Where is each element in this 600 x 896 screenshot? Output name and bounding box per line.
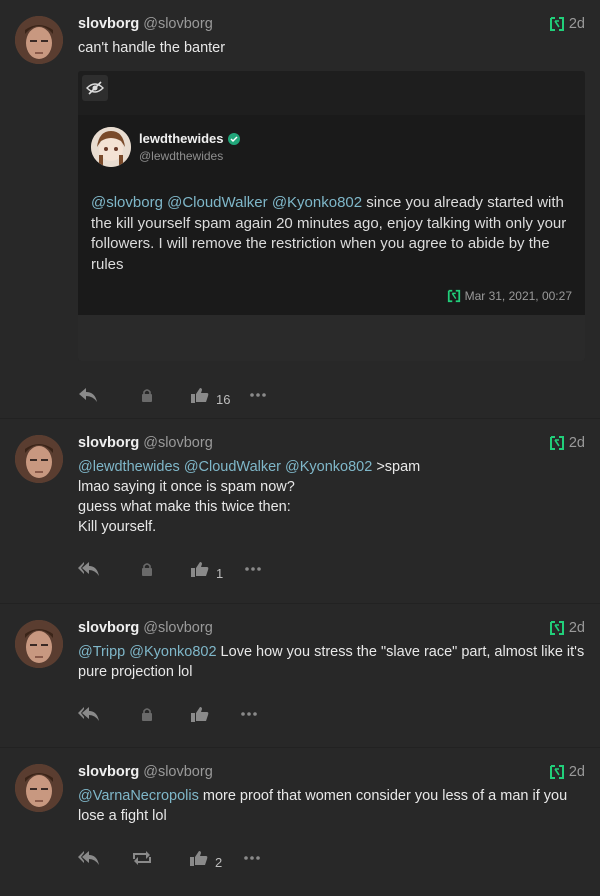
quoted-text: @slovborg @CloudWalker @Kyonko802 since … [91, 193, 572, 275]
text-line: >spam [372, 459, 421, 475]
repost-button[interactable] [132, 851, 152, 865]
like-button[interactable]: 1 [191, 561, 223, 581]
username[interactable]: slovborg [78, 620, 139, 636]
handle[interactable]: @slovborg [143, 435, 213, 451]
gab-logo-icon [549, 436, 564, 450]
reply-all-button[interactable] [78, 850, 100, 866]
mention-link[interactable]: @lewdthewides [78, 459, 180, 475]
reply-all-button[interactable] [78, 706, 100, 722]
repost-button[interactable] [141, 562, 153, 576]
text-line: Kill yourself. [78, 519, 157, 535]
post-text: @Tripp @Kyonko802 Love how you stress th… [78, 642, 585, 682]
username[interactable]: slovborg [78, 764, 139, 780]
ellipsis-icon [244, 856, 261, 860]
reply-all-icon [78, 562, 99, 576]
like-count: 16 [216, 391, 231, 407]
time-label: 2d [568, 620, 585, 636]
handle[interactable]: @slovborg [143, 764, 213, 780]
more-button[interactable] [244, 856, 261, 860]
reply-all-icon [78, 707, 99, 721]
thumbs-up-icon [190, 851, 208, 866]
lock-icon [142, 563, 152, 576]
handle[interactable]: @slovborg [143, 16, 213, 32]
mention-link[interactable]: @Kyonko802 [285, 459, 372, 475]
post-time[interactable]: 2d [549, 620, 585, 636]
gab-logo-icon [549, 17, 564, 31]
text-line: lmao saying it once is spam now? [78, 479, 295, 495]
quoted-timestamp[interactable]: Mar 31, 2021, 00:27 [91, 289, 572, 303]
mention-link[interactable]: @slovborg [91, 194, 163, 211]
eye-slash-icon [86, 81, 104, 95]
mention-link[interactable]: @Kyonko802 [129, 644, 216, 660]
post-time[interactable]: 2d [549, 16, 585, 32]
reply-all-icon [78, 851, 99, 865]
ellipsis-icon [245, 567, 262, 571]
text-line: guess what make this twice then: [78, 499, 291, 515]
ellipsis-icon [250, 393, 267, 397]
mention-link[interactable]: @CloudWalker [167, 194, 268, 211]
quoted-post[interactable]: lewdthewides @lewdthewides @slovborg @Cl… [78, 71, 585, 361]
like-count: 1 [216, 565, 224, 581]
lock-icon [142, 389, 152, 402]
post: slovborg @slovborg 2d @Tripp @Kyonko802 … [0, 604, 600, 748]
post: slovborg @slovborg 2d can't handle the b… [0, 0, 600, 419]
time-label: 2d [568, 435, 585, 451]
like-button[interactable]: 16 [191, 387, 230, 407]
post: slovborg @slovborg 2d @VarnaNecropolis m… [0, 748, 600, 896]
post: slovborg @slovborg 2d @lewdthewides @Clo… [0, 419, 600, 604]
more-button[interactable] [245, 567, 262, 571]
thumbs-up-icon [191, 562, 209, 577]
post-text: can't handle the banter [78, 40, 226, 56]
gab-logo-icon [549, 621, 564, 635]
quoted-username[interactable]: lewdthewides [139, 131, 224, 146]
quoted-handle[interactable]: @lewdthewides [139, 149, 240, 163]
reply-button[interactable] [78, 387, 98, 403]
hide-button[interactable] [82, 75, 108, 101]
post-time[interactable]: 2d [549, 435, 585, 451]
repost-button[interactable] [141, 707, 153, 721]
handle[interactable]: @slovborg [143, 620, 213, 636]
time-label: 2d [568, 16, 585, 32]
repost-button[interactable] [141, 388, 153, 402]
quote-footer [78, 315, 585, 361]
like-button[interactable] [191, 706, 209, 722]
like-button[interactable]: 2 [190, 850, 222, 870]
quoted-avatar[interactable] [91, 127, 131, 167]
username[interactable]: slovborg [78, 435, 139, 451]
username[interactable]: slovborg [78, 16, 139, 32]
thumbs-up-icon [191, 388, 209, 403]
ellipsis-icon [241, 712, 257, 716]
reply-icon [79, 388, 97, 402]
time-label: 2d [568, 764, 585, 780]
like-count: 2 [215, 854, 223, 870]
thumbs-up-icon [191, 707, 209, 722]
post-time[interactable]: 2d [549, 764, 585, 780]
more-button[interactable] [241, 712, 257, 716]
mention-link[interactable]: @VarnaNecropolis [78, 788, 199, 804]
quoted-time-label: Mar 31, 2021, 00:27 [464, 289, 572, 303]
verified-badge-icon [227, 132, 240, 145]
repost-icon [133, 851, 151, 865]
post-text: @lewdthewides @CloudWalker @Kyonko802 >s… [78, 457, 585, 537]
more-button[interactable] [250, 393, 267, 397]
gab-logo-icon [549, 765, 564, 779]
lock-icon [142, 708, 152, 721]
mention-link[interactable]: @Kyonko802 [272, 194, 362, 211]
mention-link[interactable]: @CloudWalker [184, 459, 281, 475]
reply-all-button[interactable] [78, 561, 100, 577]
mention-link[interactable]: @Tripp [78, 644, 125, 660]
post-text: @VarnaNecropolis more proof that women c… [78, 786, 585, 826]
gab-logo-icon [447, 289, 460, 303]
